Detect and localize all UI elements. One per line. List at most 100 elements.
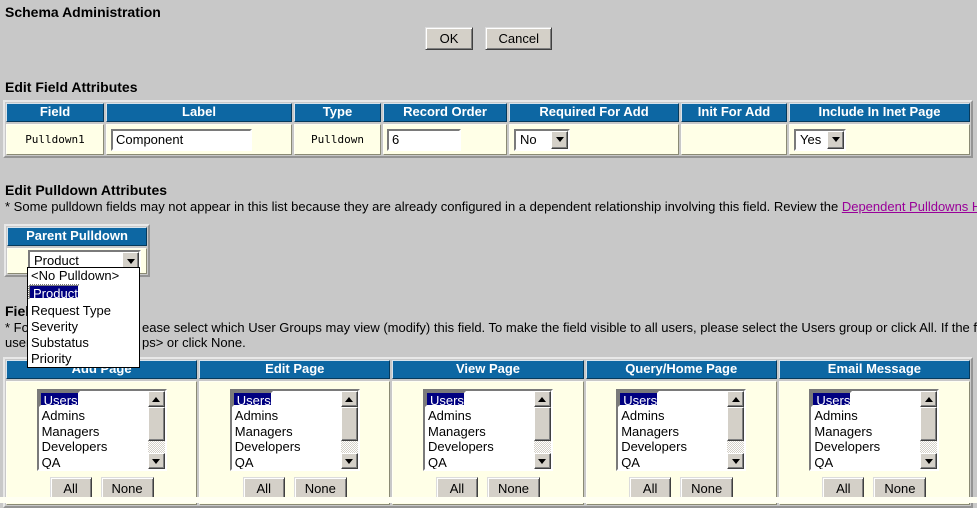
scroll-up-button[interactable]	[341, 391, 358, 407]
ok-button[interactable]: OK	[425, 27, 473, 50]
init-for-add-cell	[681, 124, 787, 155]
triangle-down-icon	[925, 459, 933, 468]
scroll-down-button[interactable]	[727, 453, 744, 469]
listbox-scrollbar[interactable]	[920, 391, 937, 469]
column-header-init-for-add: Init For Add	[681, 103, 787, 122]
scroll-up-button[interactable]	[534, 391, 551, 407]
page-title: Schema Administration	[5, 4, 161, 20]
cancel-button[interactable]: Cancel	[485, 27, 551, 50]
group-option[interactable]: Admins	[39, 408, 148, 424]
group-option[interactable]: QA	[39, 455, 148, 470]
scroll-down-button[interactable]	[148, 453, 165, 469]
pulldown-option[interactable]: Severity	[28, 319, 139, 335]
field-attributes-table: Field Label Type Record Order Required F…	[3, 100, 973, 158]
group-option[interactable]: QA	[811, 455, 920, 470]
scroll-down-button[interactable]	[920, 453, 937, 469]
group-listbox-wrap: UsersAdminsManagersDevelopersQA	[230, 389, 360, 471]
group-option[interactable]: Admins	[811, 408, 920, 424]
visibility-column: Email Message UsersAdminsManagersDevelop…	[779, 360, 970, 505]
record-order-cell	[383, 124, 507, 155]
listbox-scrollbar[interactable]	[727, 391, 744, 469]
listbox-scrollbar[interactable]	[148, 391, 165, 469]
scrollbar-thumb[interactable]	[341, 407, 358, 441]
page-header: Query/Home Page	[586, 360, 777, 379]
scrollbar-thumb[interactable]	[534, 407, 551, 441]
scrollbar-thumb[interactable]	[727, 407, 744, 441]
required-for-add-value: No	[516, 131, 551, 149]
scrollbar-track[interactable]	[920, 441, 937, 453]
triangle-up-icon	[345, 393, 353, 402]
group-listbox: UsersAdminsManagersDevelopersQA	[618, 391, 727, 469]
listbox-scrollbar[interactable]	[534, 391, 551, 469]
group-listbox: UsersAdminsManagersDevelopersQA	[425, 391, 534, 469]
chevron-down-icon	[556, 137, 564, 146]
scroll-down-button[interactable]	[534, 453, 551, 469]
field-name: Pulldown1	[7, 133, 103, 146]
scroll-up-button[interactable]	[727, 391, 744, 407]
group-option[interactable]: Managers	[425, 424, 534, 440]
group-option[interactable]: Managers	[811, 424, 920, 440]
visibility-table: Add Page UsersAdminsManagersDevelopersQA…	[3, 357, 973, 508]
column-header-label: Label	[106, 103, 292, 122]
group-option[interactable]: Users	[618, 391, 659, 407]
pulldown-option[interactable]: Request Type	[28, 303, 139, 319]
group-option[interactable]: Developers	[39, 439, 148, 455]
pulldown-option[interactable]: Substatus	[28, 335, 139, 351]
group-option[interactable]: Admins	[425, 408, 534, 424]
chevron-down-icon	[832, 137, 840, 146]
scrollbar-track[interactable]	[534, 441, 551, 453]
group-option[interactable]: Developers	[425, 439, 534, 455]
group-option[interactable]: QA	[425, 455, 534, 470]
column-header-field: Field	[6, 103, 104, 122]
triangle-down-icon	[152, 459, 160, 468]
scrollbar-thumb[interactable]	[920, 407, 937, 441]
triangle-down-icon	[538, 459, 546, 468]
scrollbar-track[interactable]	[727, 441, 744, 453]
group-option[interactable]: Developers	[618, 439, 727, 455]
listbox-scrollbar[interactable]	[341, 391, 358, 469]
pulldown-option[interactable]: Priority	[28, 351, 139, 367]
include-in-inet-page-cell: Yes	[789, 124, 970, 155]
group-listbox: UsersAdminsManagersDevelopersQA	[232, 391, 341, 469]
pulldown-option[interactable]: <No Pulldown>	[28, 268, 139, 284]
group-listbox: UsersAdminsManagersDevelopersQA	[811, 391, 920, 469]
scrollbar-track[interactable]	[148, 441, 165, 453]
dependent-pulldowns-help-link[interactable]: Dependent Pulldowns Help section	[842, 199, 977, 214]
label-input[interactable]	[111, 129, 252, 151]
group-option[interactable]: Users	[232, 391, 273, 407]
scroll-up-button[interactable]	[148, 391, 165, 407]
group-option[interactable]: Users	[39, 391, 80, 407]
scroll-up-button[interactable]	[920, 391, 937, 407]
page-bottom-strip	[0, 497, 977, 503]
group-option[interactable]: Admins	[232, 408, 341, 424]
group-listbox-wrap: UsersAdminsManagersDevelopersQA	[809, 389, 939, 471]
include-in-inet-page-dropdown-button[interactable]	[827, 131, 844, 149]
form-actions: OK Cancel	[0, 27, 977, 50]
required-for-add-select[interactable]: No	[514, 129, 570, 151]
required-for-add-dropdown-button[interactable]	[551, 131, 568, 149]
scrollbar-thumb[interactable]	[148, 407, 165, 441]
record-order-input[interactable]	[387, 129, 461, 151]
include-in-inet-page-select[interactable]: Yes	[794, 129, 846, 151]
group-option[interactable]: Managers	[39, 424, 148, 440]
type-cell: Pulldown	[294, 124, 381, 155]
group-option[interactable]: Developers	[811, 439, 920, 455]
visibility-column: Query/Home Page UsersAdminsManagersDevel…	[586, 360, 777, 505]
visibility-note-line1-rest: ease select which User Groups may view (…	[142, 320, 977, 335]
scroll-down-button[interactable]	[341, 453, 358, 469]
triangle-down-icon	[732, 459, 740, 468]
page-body: UsersAdminsManagersDevelopersQA All None	[779, 381, 970, 505]
group-option[interactable]: QA	[232, 455, 341, 470]
group-option[interactable]: Users	[811, 391, 852, 407]
group-option[interactable]: Developers	[232, 439, 341, 455]
group-option[interactable]: Users	[425, 391, 466, 407]
group-option[interactable]: Managers	[618, 424, 727, 440]
field-cell: Pulldown1	[6, 124, 104, 155]
triangle-up-icon	[732, 393, 740, 402]
pulldown-option[interactable]: Product	[28, 284, 80, 300]
group-option[interactable]: Admins	[618, 408, 727, 424]
group-option[interactable]: QA	[618, 455, 727, 470]
group-option[interactable]: Managers	[232, 424, 341, 440]
page-body: UsersAdminsManagersDevelopersQA All None	[586, 381, 777, 505]
scrollbar-track[interactable]	[341, 441, 358, 453]
